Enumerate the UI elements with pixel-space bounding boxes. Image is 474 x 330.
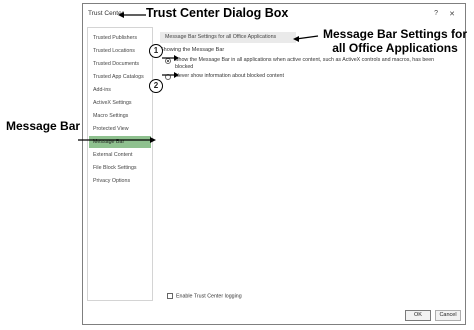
option1-arrowhead	[174, 55, 179, 61]
settings-annotation-line1: Message Bar Settings for	[322, 27, 468, 41]
number-two-marker: 2	[149, 79, 163, 93]
settings-annotation: Message Bar Settings for all Office Appl…	[320, 27, 470, 55]
trust-center-arrowhead	[118, 12, 124, 18]
message-bar-annotation: Message Bar	[6, 119, 81, 133]
option2-arrowhead	[174, 72, 179, 78]
settings-arrow	[295, 35, 319, 40]
number-one-marker: 1	[149, 44, 163, 58]
settings-annotation-line2: all Office Applications	[332, 41, 458, 55]
settings-arrowhead	[293, 36, 299, 42]
trust-center-annotation: Trust Center Dialog Box	[146, 6, 289, 20]
message-bar-arrowhead	[150, 137, 156, 143]
